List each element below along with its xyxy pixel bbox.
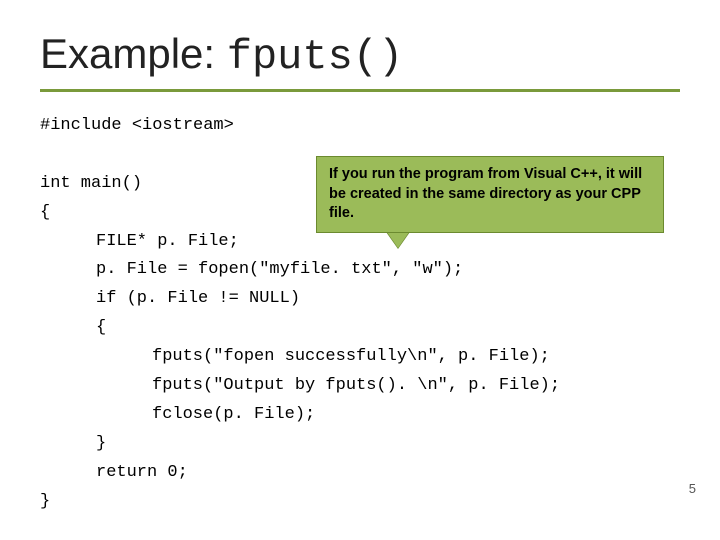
code-line: FILE* p. File; (40, 228, 239, 257)
callout-box: If you run the program from Visual C++, … (316, 156, 664, 233)
code-line: } (40, 492, 50, 511)
code-line: { (40, 314, 106, 343)
title-mono: fputs() (227, 33, 403, 81)
code-line: } (40, 430, 106, 459)
code-line: fclose(p. File); (40, 401, 315, 430)
code-line: fputs("Output by fputs(). \n", p. File); (40, 372, 560, 401)
slide-container: Example: fputs() #include <iostream> int… (0, 0, 720, 540)
callout-text: If you run the program from Visual C++, … (329, 166, 642, 221)
code-line: return 0; (40, 459, 188, 488)
code-line: fputs("fopen successfully\n", p. File); (40, 343, 550, 372)
code-line: int main() (40, 174, 142, 193)
page-number: 5 (689, 481, 696, 496)
code-line: { (40, 203, 50, 222)
code-line: #include <iostream> (40, 116, 234, 135)
code-line: p. File = fopen("myfile. txt", "w"); (40, 256, 463, 285)
title-row: Example: fputs() (40, 30, 680, 92)
title-prefix: Example: (40, 30, 227, 77)
slide-title: Example: fputs() (40, 30, 403, 77)
code-line: if (p. File != NULL) (40, 285, 300, 314)
